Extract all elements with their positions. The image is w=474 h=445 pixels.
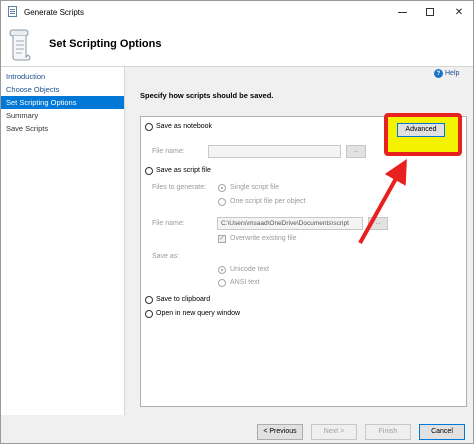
generate-scripts-window: Generate Scripts ✕ Set Scripting Options… bbox=[0, 0, 474, 444]
annotation-arrow bbox=[358, 159, 407, 244]
